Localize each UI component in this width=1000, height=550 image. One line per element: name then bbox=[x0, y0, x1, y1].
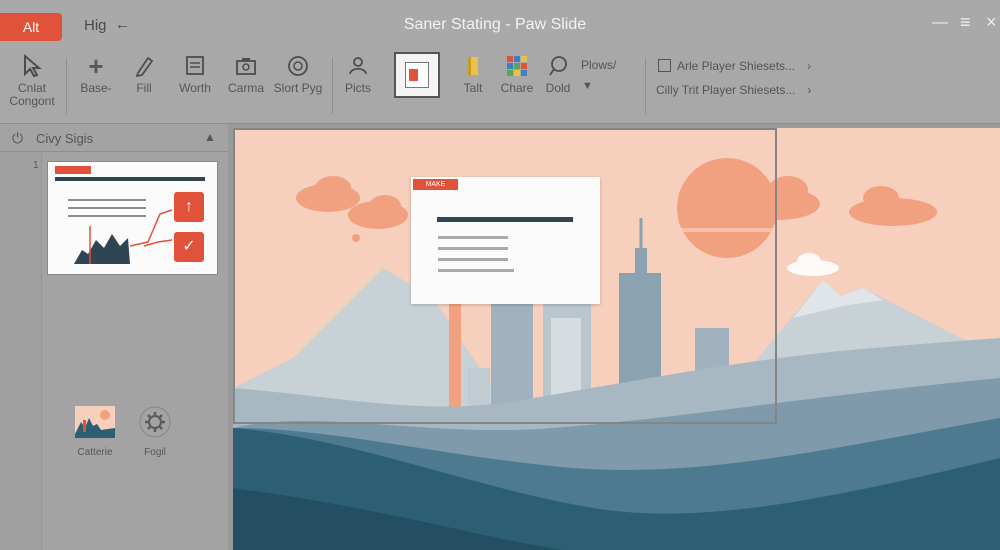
presentation-icon[interactable] bbox=[394, 52, 440, 98]
plus-icon: + bbox=[88, 51, 104, 81]
window-title: Saner Stating - Paw Slide bbox=[403, 16, 587, 33]
hamburger-icon[interactable]: ≡ bbox=[960, 12, 971, 33]
landscape-thumb-icon bbox=[75, 406, 115, 438]
arrow-up-icon: ↑ bbox=[174, 192, 204, 222]
pen-icon bbox=[124, 54, 164, 78]
ribbon-base-button[interactable]: + Base- bbox=[76, 51, 116, 95]
dial-icon bbox=[272, 54, 324, 78]
card-line bbox=[438, 236, 508, 239]
ribbon-separator bbox=[645, 58, 646, 114]
ribbon-toolbar: Cnlat Congont + Base- Fill Worth Carma S… bbox=[0, 48, 1000, 124]
ribbon-separator bbox=[66, 58, 67, 114]
slides-panel: ⏻ Civy Sigis ▲ 1 ↑ ✓ Catterie Fogil bbox=[0, 124, 228, 550]
card-line bbox=[438, 269, 514, 272]
ribbon-fill-button[interactable]: Fill bbox=[124, 54, 164, 95]
card-tag: MAKE bbox=[413, 179, 458, 190]
ribbon-slort-button[interactable]: Slort Pyg bbox=[272, 54, 324, 95]
check-icon: ✓ bbox=[174, 232, 204, 262]
card-title-bar bbox=[437, 217, 573, 222]
grid-icon bbox=[497, 54, 537, 78]
slide-number: 1 bbox=[33, 160, 39, 171]
ribbon-text-button[interactable]: Talt bbox=[456, 54, 490, 95]
panel-header: ⏻ Civy Sigis ▲ bbox=[0, 124, 228, 152]
cursor-icon bbox=[4, 53, 60, 78]
ribbon-picts-button[interactable]: Picts bbox=[338, 54, 378, 95]
ribbon-cursor-button[interactable]: Cnlat Congont bbox=[4, 53, 60, 108]
camera-icon bbox=[224, 54, 268, 78]
slide-thumbnail[interactable]: ↑ ✓ bbox=[47, 161, 218, 275]
card-line bbox=[438, 258, 508, 261]
picture-icon bbox=[338, 54, 378, 78]
player-sheets-item-1[interactable]: Arle Player Shiesets... › bbox=[658, 59, 811, 73]
ribbon-chart-button[interactable]: Chare bbox=[497, 54, 537, 95]
player-sheets-item-2[interactable]: Cilly Trit Player Shiesets... › bbox=[656, 83, 811, 97]
close-icon[interactable]: × bbox=[986, 12, 997, 33]
plows-button[interactable]: Plows/ bbox=[581, 58, 616, 72]
content-card[interactable]: MAKE bbox=[411, 177, 600, 304]
card-line bbox=[438, 247, 508, 250]
text-icon bbox=[456, 54, 490, 78]
ribbon-worth-button[interactable]: Worth bbox=[172, 54, 218, 95]
arrow-left-icon[interactable]: ← bbox=[115, 16, 130, 33]
document-glyph bbox=[405, 62, 429, 88]
chevron-right-icon: › bbox=[807, 83, 812, 97]
ribbon-dold-button[interactable]: Dold bbox=[538, 54, 578, 95]
power-icon[interactable]: ⏻ bbox=[12, 130, 23, 147]
fogil-tool[interactable]: Fogil bbox=[130, 406, 180, 458]
app-menu-button[interactable]: Alt bbox=[0, 13, 62, 41]
chevron-right-icon: › bbox=[807, 59, 812, 73]
sheets-icon bbox=[658, 59, 671, 72]
gear-icon bbox=[139, 406, 171, 438]
ribbon-camera-button[interactable]: Carma bbox=[224, 54, 268, 95]
chevron-up-icon[interactable]: ▲ bbox=[204, 130, 216, 144]
minimize-icon[interactable]: — bbox=[932, 14, 948, 32]
lasso-icon bbox=[538, 54, 578, 78]
title-bar: Alt Hig ← Saner Stating - Paw Slide — ≡ … bbox=[0, 0, 1000, 48]
panel-title: Civy Sigis bbox=[36, 131, 94, 146]
layout-icon bbox=[172, 54, 218, 78]
chevron-down-icon[interactable]: ▼ bbox=[582, 80, 593, 92]
slide-number-strip bbox=[0, 152, 42, 550]
catterie-tool[interactable]: Catterie bbox=[70, 406, 120, 458]
menu-label[interactable]: Hig bbox=[84, 17, 107, 34]
ribbon-separator bbox=[332, 58, 333, 114]
